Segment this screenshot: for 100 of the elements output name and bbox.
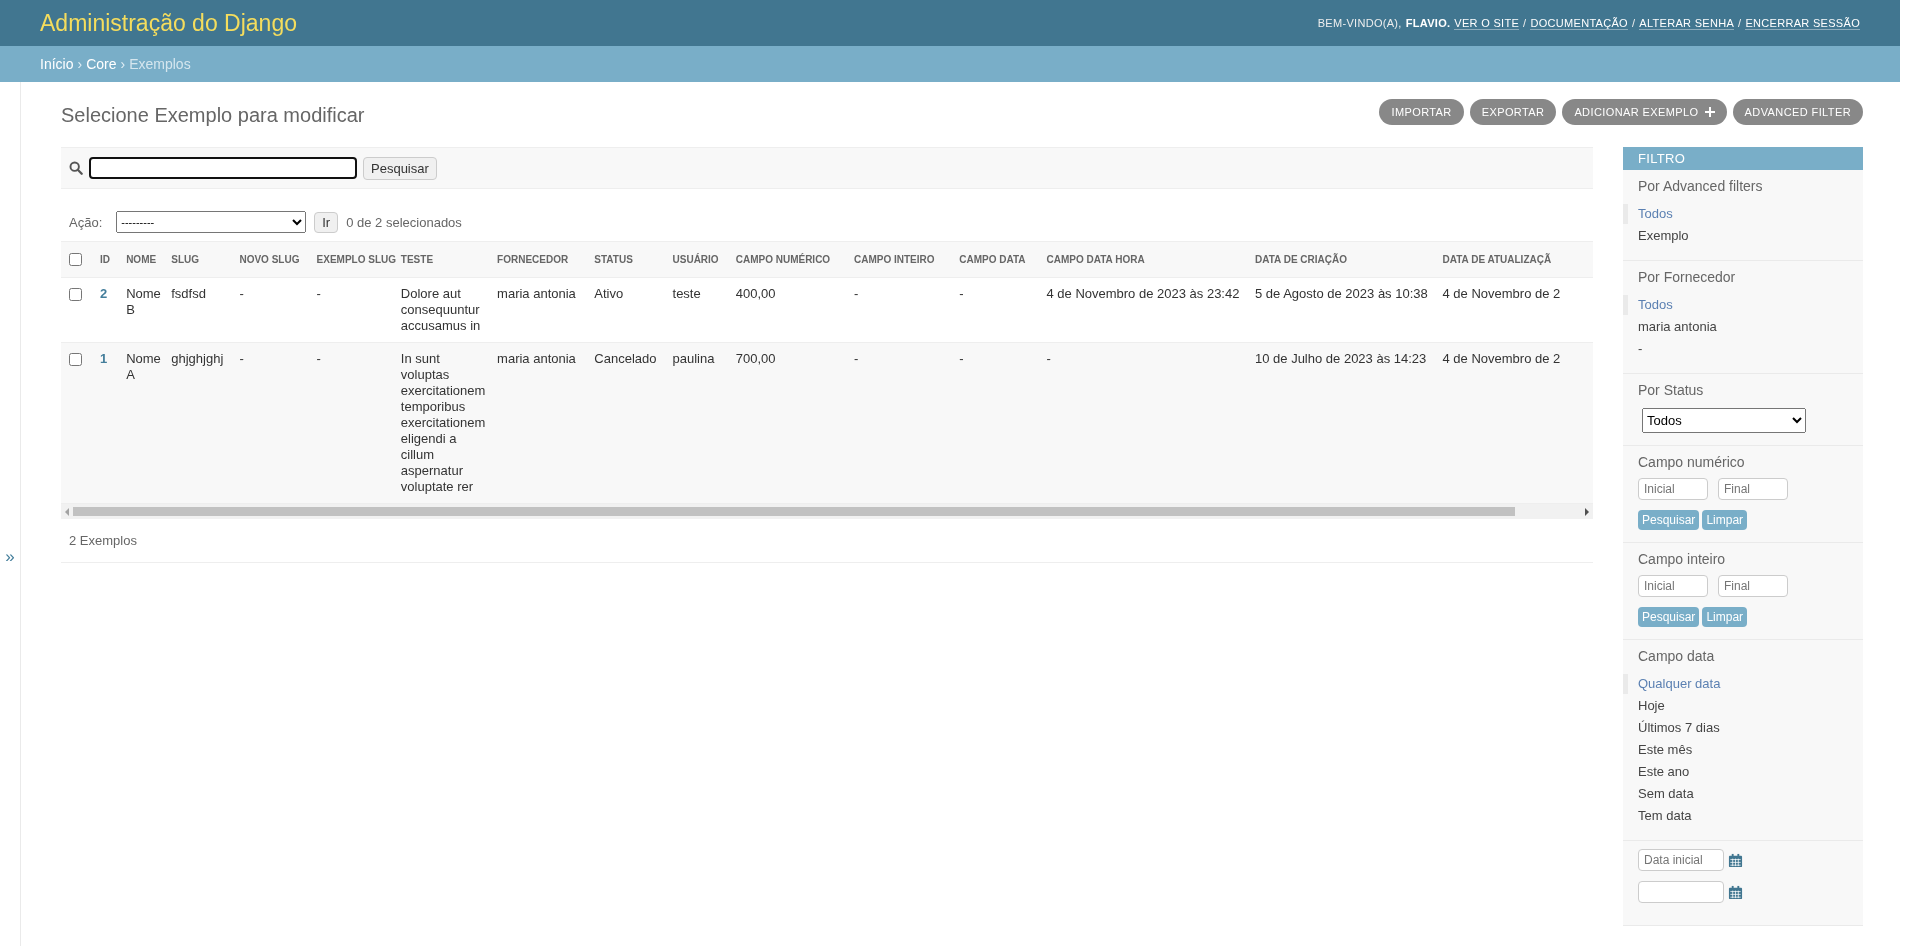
filter-option[interactable]: Hoje (1623, 696, 1863, 716)
action-select[interactable]: --------- (116, 211, 307, 233)
separator-text: / (1631, 17, 1636, 29)
object-tool-button[interactable]: ADVANCED FILTER (1732, 98, 1863, 125)
row-id-link[interactable]: 1 (100, 351, 108, 366)
column-header[interactable]: STATUS (594, 254, 633, 265)
table-cell: paulina (672, 351, 715, 366)
filter-title: Campo inteiro (1637, 551, 1727, 569)
filter-title: Por Advanced filters (1637, 178, 1764, 196)
filter-title: Por Fornecedor (1637, 269, 1737, 287)
search-field[interactable] (89, 157, 357, 179)
search-button[interactable]: Pesquisar (363, 156, 437, 180)
object-tool-button[interactable]: ADICIONAR EXEMPLO (1562, 98, 1727, 125)
range-input[interactable]: Final (1718, 575, 1788, 597)
table-cell: 4 de Novembro de 2023 às 23:42 (1046, 286, 1240, 301)
table-cell: 700,00 (735, 351, 776, 366)
column-header[interactable]: CAMPO DATA (959, 254, 1026, 265)
status-select[interactable]: Todos (1642, 408, 1806, 433)
page-title: Selecione Exemplo para modificar (61, 104, 365, 127)
go-button[interactable]: Ir (314, 211, 339, 233)
filter-title: Por Status (1637, 382, 1705, 400)
column-header[interactable]: NOVO SLUG (239, 254, 300, 265)
table-cell: - (239, 351, 244, 366)
table-cell: In sunt voluptas exercitationem temporibus exercitationem eligendi a cillum aspernatur voluptate rer (400, 351, 486, 494)
column-header[interactable]: EXEMPLO SLUG (316, 254, 397, 265)
table-cell: Ativo (594, 286, 624, 301)
table-cell: - (959, 286, 964, 301)
column-header[interactable]: ID (100, 254, 111, 265)
column-header[interactable]: CAMPO NUMÉRICO (735, 254, 831, 265)
table-cell: - (854, 286, 859, 301)
filter-option[interactable]: maria antonia (1623, 317, 1863, 337)
table-cell: maria antonia (497, 351, 576, 366)
filter-option[interactable]: Todos (1623, 295, 1863, 315)
sidebar-toggle[interactable]: » (5, 547, 15, 567)
site-title[interactable]: Administração do Django (40, 9, 297, 37)
table-cell: maria antonia (497, 286, 576, 301)
table-cell: 4 de Novembro de 2 (1442, 286, 1561, 301)
filter-option[interactable]: Qualquer data (1623, 674, 1863, 694)
column-header[interactable]: CAMPO DATA HORA (1046, 254, 1145, 265)
select-all-checkbox[interactable] (69, 253, 82, 266)
filter-option[interactable]: Todos (1623, 204, 1863, 224)
table-cell: - (1046, 351, 1051, 366)
plus-icon (1704, 106, 1715, 117)
column-header[interactable]: FORNECEDOR (497, 254, 569, 265)
filter-option[interactable]: Exemplo (1623, 226, 1863, 246)
column-header[interactable]: TESTE (400, 254, 434, 265)
filter-option[interactable]: - (1623, 339, 1863, 359)
table-cell: Dolore aut consequuntur accusamus in (400, 286, 481, 333)
date-input[interactable]: Data inicial (1638, 849, 1724, 871)
filter-option[interactable]: Tem data (1623, 806, 1863, 826)
row-checkbox[interactable] (69, 353, 82, 366)
table-cell: 4 de Novembro de 2 (1442, 351, 1561, 366)
range-input[interactable]: Inicial (1638, 478, 1708, 500)
action-label: Ação: (69, 214, 103, 230)
calendar-icon[interactable] (1728, 852, 1743, 868)
table-cell: - (316, 286, 321, 301)
column-header[interactable]: USUÁRIO (672, 254, 719, 265)
table-cell: Cancelado (594, 351, 657, 366)
table-cell: fsdfsd (171, 286, 206, 301)
column-header[interactable]: SLUG (171, 254, 200, 265)
column-header[interactable]: DATA DE CRIAÇÃO (1255, 254, 1348, 265)
welcome-text: BEM-VINDO(A), (1317, 17, 1402, 29)
date-input[interactable] (1638, 881, 1724, 903)
object-tool-button[interactable]: EXPORTAR (1469, 98, 1557, 125)
range-input[interactable]: Inicial (1638, 575, 1708, 597)
separator-text: / (1738, 17, 1742, 29)
table-cell: Nome A (126, 351, 161, 382)
table-cell: 400,00 (735, 286, 776, 301)
selection-counter: 0 de 2 selecionados (346, 214, 462, 230)
filter-header: FILTRO (1623, 147, 1863, 170)
range-input[interactable]: Final (1718, 478, 1788, 500)
row-checkbox[interactable] (69, 288, 82, 301)
calendar-icon[interactable] (1728, 884, 1743, 900)
column-header[interactable]: CAMPO INTEIRO (854, 254, 935, 265)
breadcrumb-separator: › (120, 56, 126, 72)
header-link[interactable]: ALTERAR SENHA (1639, 16, 1735, 30)
row-id-link[interactable]: 2 (100, 286, 108, 301)
search-icon (69, 161, 83, 175)
filter-option[interactable]: Sem data (1623, 784, 1863, 804)
table-cell: 5 de Agosto de 2023 às 10:38 (1255, 286, 1428, 301)
filter-option[interactable]: Este ano (1623, 762, 1863, 782)
table-cell: - (854, 351, 859, 366)
table-cell: - (959, 351, 964, 366)
table-cell: Nome B (126, 286, 161, 317)
column-header[interactable]: DATA DE ATUALIZAÇÃ (1442, 254, 1552, 265)
header-link[interactable]: ENCERRAR SESSÃO (1745, 16, 1860, 30)
header-link[interactable]: DOCUMENTAÇÃO (1530, 16, 1628, 30)
filter-option[interactable]: Este mês (1623, 740, 1863, 760)
column-header[interactable]: NOME (126, 254, 157, 265)
table-cell: - (239, 286, 244, 301)
filter-option[interactable]: Últimos 7 dias (1623, 718, 1863, 738)
username: FLAVIO. (1405, 17, 1451, 29)
result-count: 2 Exemplos (69, 533, 137, 548)
horizontal-scrollbar[interactable] (61, 504, 1593, 519)
header-link[interactable]: VER O SITE (1454, 16, 1520, 30)
table-cell: - (316, 351, 321, 366)
object-tool-button[interactable]: IMPORTAR (1379, 98, 1464, 125)
table-cell: teste (672, 286, 701, 301)
separator-text: / (1523, 17, 1527, 29)
filter-title: Campo data (1637, 648, 1716, 666)
